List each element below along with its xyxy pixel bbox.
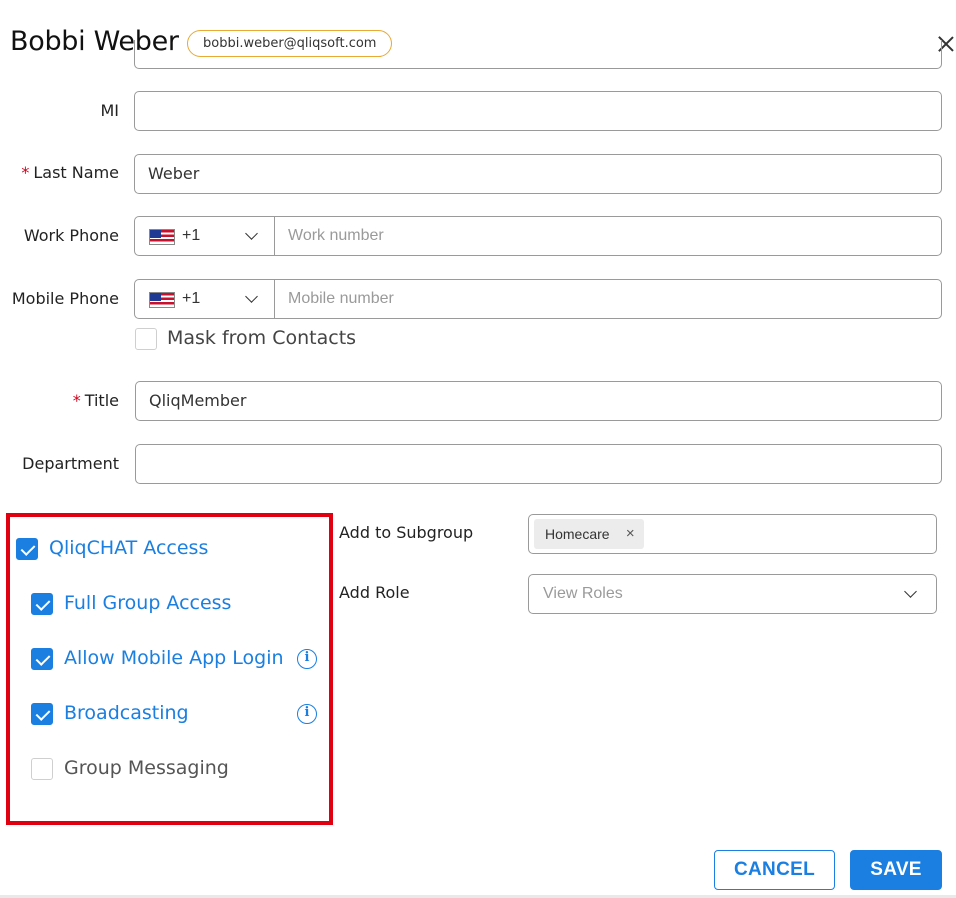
group-messaging-label: Group Messaging xyxy=(64,757,229,779)
role-select-placeholder: View Roles xyxy=(543,585,623,602)
qliqchat-access-label: QliqCHAT Access xyxy=(49,537,209,559)
work-phone-country-select[interactable]: +1 xyxy=(135,217,275,255)
subgroup-tag-label: Homecare xyxy=(545,526,610,542)
chevron-down-icon xyxy=(245,290,258,303)
chevron-down-icon xyxy=(904,585,917,598)
subgroup-tag: Homecare × xyxy=(534,519,644,549)
mask-contacts-label: Mask from Contacts xyxy=(167,327,357,349)
title-input[interactable]: QliqMember xyxy=(135,381,942,421)
first-name-field-partial[interactable] xyxy=(134,40,942,69)
add-subgroup-label: Add to Subgroup xyxy=(339,523,474,542)
subgroup-select[interactable]: Homecare × xyxy=(528,514,937,554)
title-label: * Title xyxy=(72,391,119,410)
mi-input[interactable] xyxy=(134,91,942,131)
mobile-phone-input[interactable]: Mobile number xyxy=(275,280,941,318)
save-button[interactable]: SAVE xyxy=(850,850,942,890)
role-select[interactable]: View Roles xyxy=(528,574,937,614)
broadcasting-label: Broadcasting xyxy=(64,702,189,724)
required-marker: * xyxy=(21,163,30,182)
remove-tag-icon[interactable]: × xyxy=(626,519,635,549)
mobile-phone-country-select[interactable]: +1 xyxy=(135,280,275,318)
work-phone-input[interactable]: Work number xyxy=(275,217,941,255)
country-code: +1 xyxy=(182,227,201,244)
chevron-down-icon xyxy=(245,227,258,240)
broadcasting-checkbox[interactable] xyxy=(31,703,53,725)
last-name-label: * Last Name xyxy=(21,163,119,182)
mobile-phone-label: Mobile Phone xyxy=(11,289,119,308)
mi-label: MI xyxy=(100,101,119,120)
work-phone-field: +1 Work number xyxy=(134,216,942,256)
mask-contacts-checkbox[interactable] xyxy=(135,328,157,350)
group-messaging-checkbox[interactable] xyxy=(31,758,53,780)
mobile-app-login-checkbox[interactable] xyxy=(31,648,53,670)
info-icon[interactable]: i xyxy=(297,704,317,724)
us-flag-icon xyxy=(149,229,175,245)
country-code: +1 xyxy=(182,290,201,307)
full-group-access-checkbox[interactable] xyxy=(31,593,53,615)
department-input[interactable] xyxy=(135,444,942,484)
cancel-button[interactable]: CANCEL xyxy=(714,850,835,890)
qliqchat-access-checkbox[interactable] xyxy=(16,538,38,560)
us-flag-icon xyxy=(149,292,175,308)
department-label: Department xyxy=(22,454,119,473)
mobile-app-login-label: Allow Mobile App Login xyxy=(64,647,284,669)
last-name-input[interactable]: Weber xyxy=(134,154,942,194)
info-icon[interactable]: i xyxy=(297,649,317,669)
work-phone-label: Work Phone xyxy=(23,226,119,245)
add-role-label: Add Role xyxy=(339,583,410,602)
full-group-access-label: Full Group Access xyxy=(64,592,232,614)
required-marker: * xyxy=(72,391,81,410)
mobile-phone-field: +1 Mobile number xyxy=(134,279,942,319)
